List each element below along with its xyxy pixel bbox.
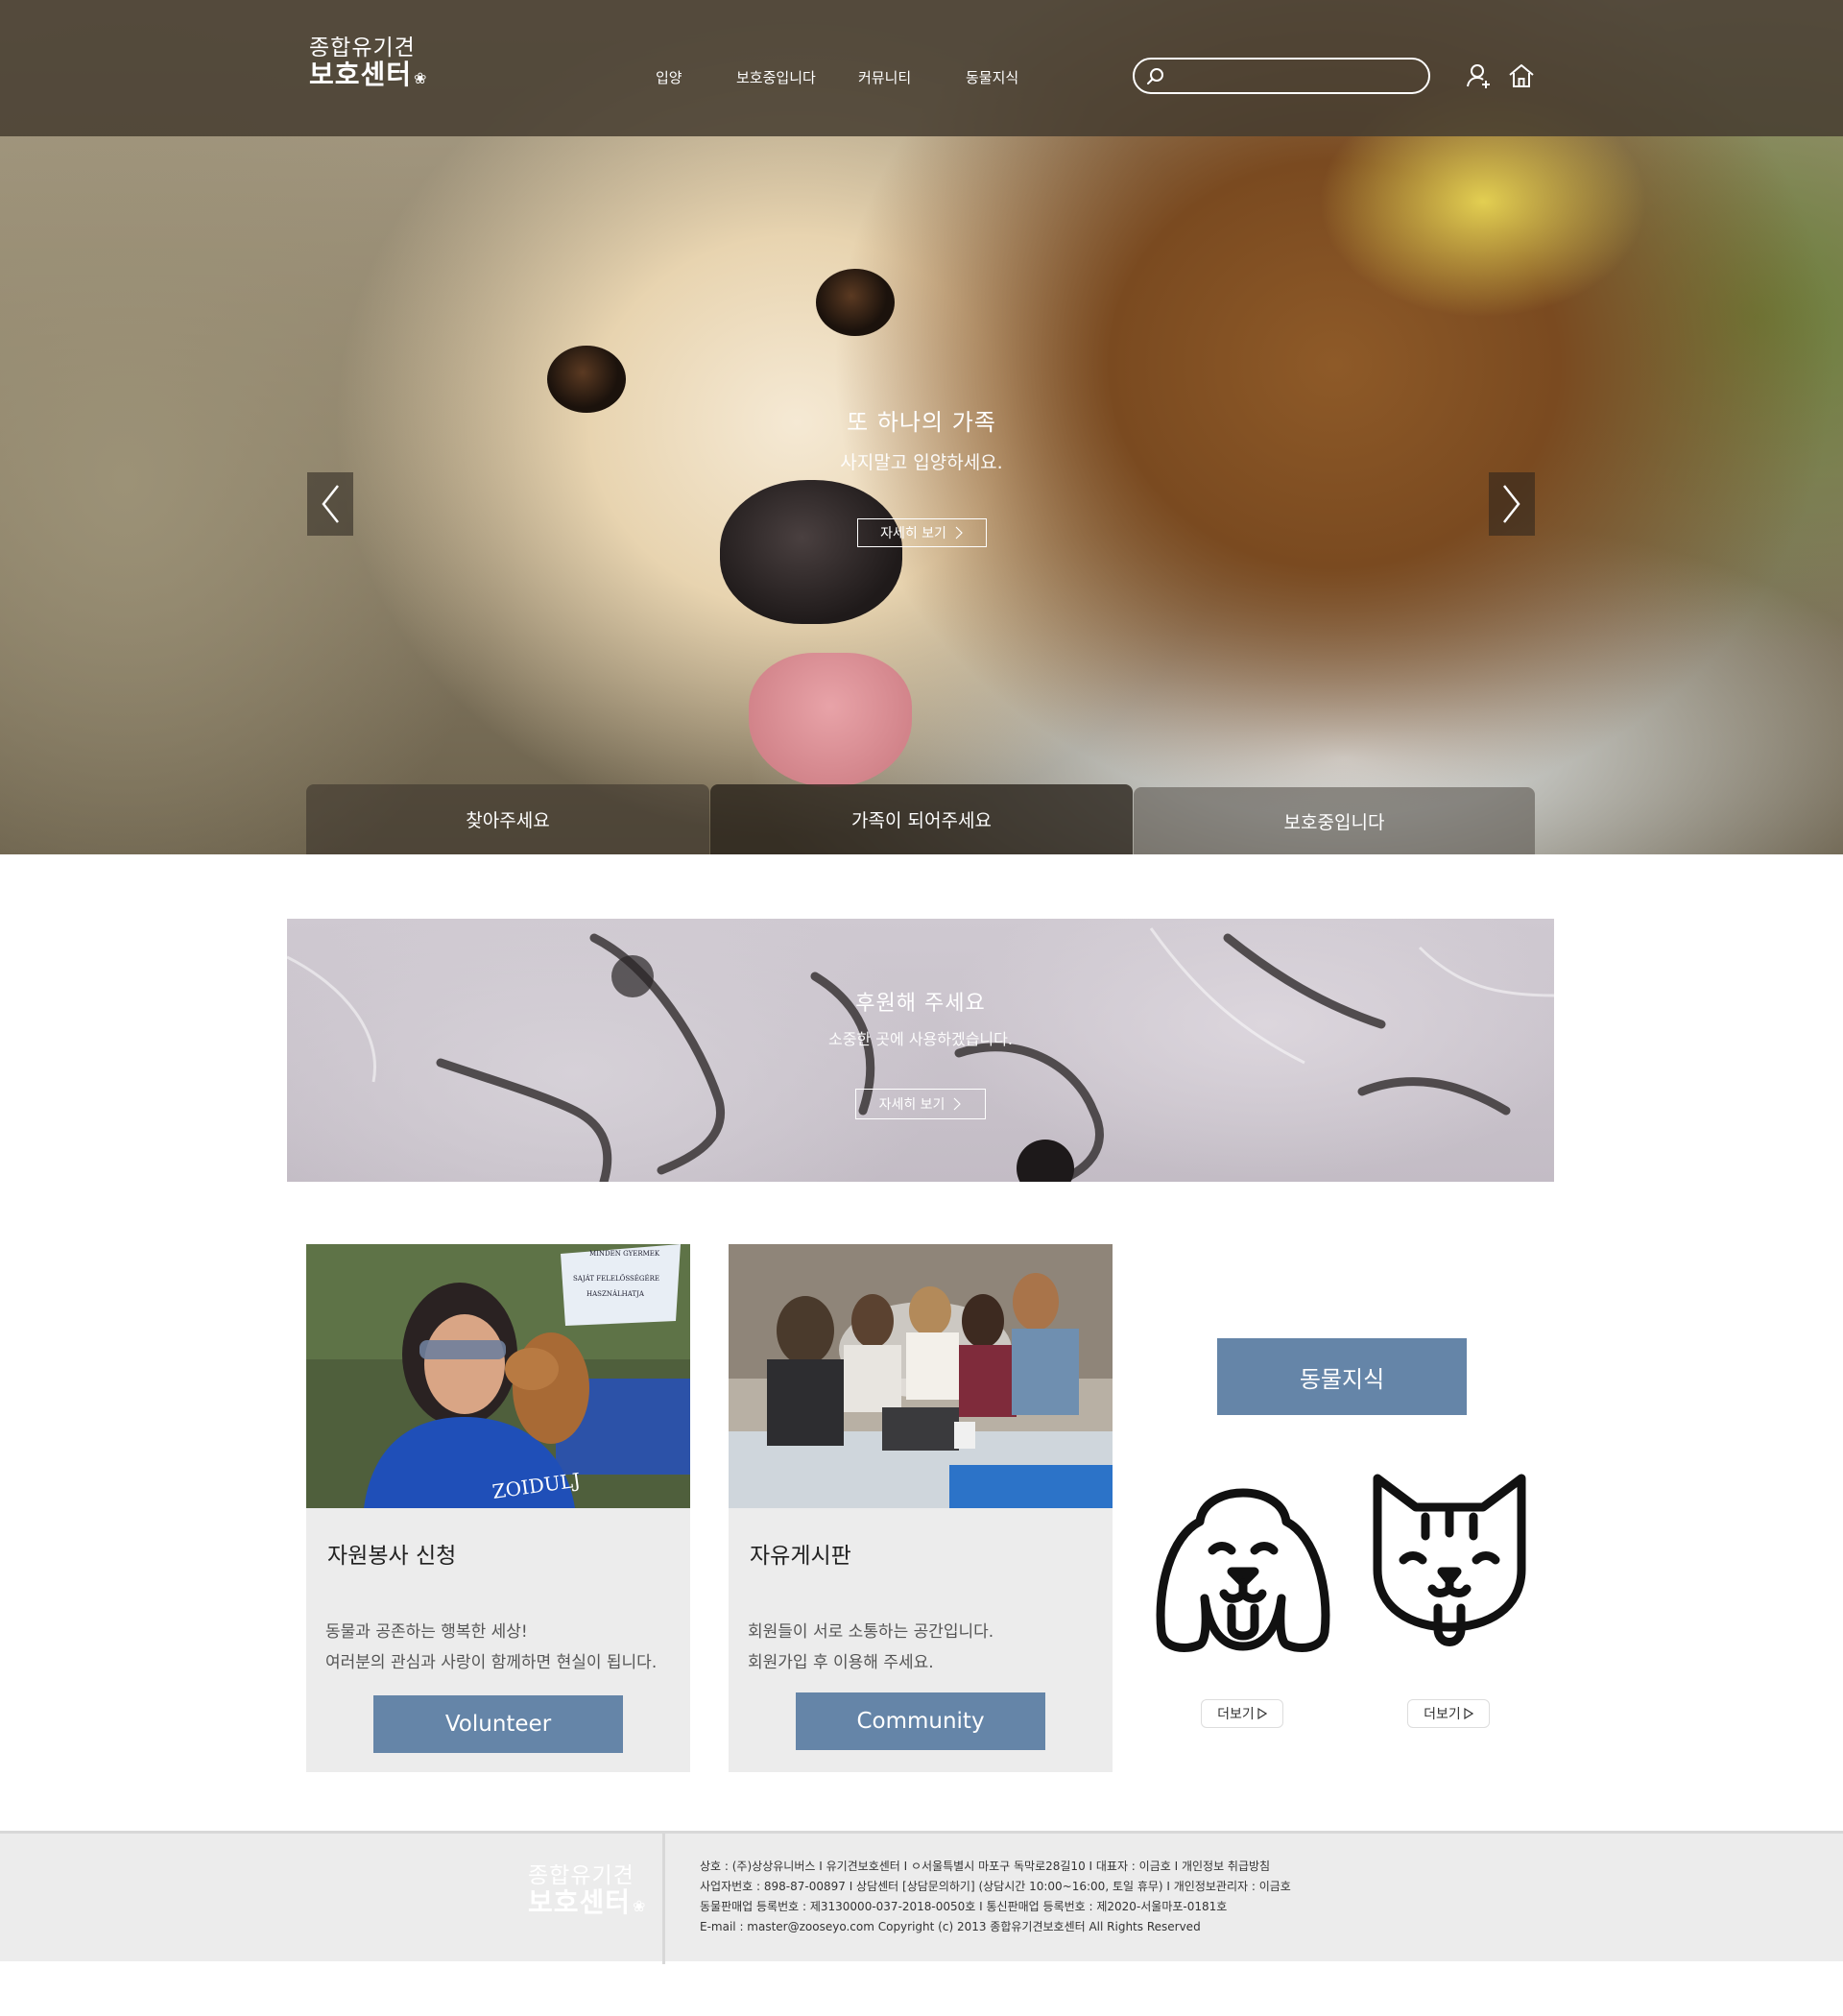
search-input[interactable] bbox=[1173, 65, 1413, 86]
footer-logo[interactable]: 종합유기견 보호센터 ❀ bbox=[528, 1863, 647, 1919]
hero-photo-dog-tongue bbox=[749, 653, 912, 787]
hero-title: 또 하나의 가족 bbox=[847, 409, 996, 436]
hero-photo-dog-eye-right bbox=[816, 269, 895, 336]
hero-caption: 또 하나의 가족 사지말고 입양하세요. bbox=[730, 403, 1113, 474]
logo-top-text: 종합유기견 bbox=[309, 36, 416, 60]
chevron-left-icon bbox=[322, 485, 339, 523]
tab-protecting[interactable]: 보호중입니다 bbox=[1134, 787, 1535, 854]
hero-banner: 종합유기견 보호센터 ❀ 입양 보호중입니다 커뮤니티 동물지식 또 하나의 가… bbox=[0, 0, 1843, 854]
nav-item-protecting[interactable]: 보호중입니다 bbox=[736, 67, 816, 87]
footer: 종합유기견 보호센터 ❀ 상호 : (주)상상유니버스 I 유기견보호센터 I ㅇ… bbox=[0, 1831, 1843, 1964]
hero-more-label: 자세히 보기 bbox=[880, 526, 946, 541]
hero-next-button[interactable] bbox=[1489, 472, 1535, 536]
footer-company-info: 상호 : (주)상상유니버스 I 유기견보호센터 I ㅇ서울특별시 마포구 독막… bbox=[700, 1857, 1291, 1937]
footer-info-line-1: 상호 : (주)상상유니버스 I 유기견보호센터 I ㅇ서울특별시 마포구 독막… bbox=[700, 1860, 1271, 1873]
volunteer-card: MINDEN GYERMEK SAJÁT FELELŐSSÉGÉRE HASZN… bbox=[306, 1244, 690, 1772]
puzzle-background-image bbox=[287, 927, 1554, 1182]
footer-info-line-2: 사업자번호 : 898-87-00897 I 상담센터 [상담문의하기] (상담… bbox=[700, 1880, 1291, 1893]
support-more-label: 자세히 보기 bbox=[878, 1097, 945, 1113]
search-icon[interactable] bbox=[1146, 67, 1165, 86]
hero-photo-dog-eye-left bbox=[547, 346, 626, 413]
community-desc-line-2: 회원가입 후 이용해 주세요. bbox=[748, 1653, 934, 1672]
footer-logo-bottom-text: 보호센터 bbox=[528, 1886, 632, 1919]
cat-more-button[interactable]: 더보기 bbox=[1407, 1699, 1490, 1728]
logo-bottom-text: 보호센터 bbox=[309, 59, 413, 91]
tab-find[interactable]: 찾아주세요 bbox=[306, 784, 709, 854]
hero-subtitle: 사지말고 입양하세요. bbox=[840, 452, 1003, 473]
community-card-title: 자유게시판 bbox=[750, 1544, 851, 1569]
footer-divider bbox=[662, 1834, 665, 1964]
hero-prev-button[interactable] bbox=[307, 472, 353, 536]
sign-text-2: SAJÁT FELELŐSSÉGÉRE bbox=[573, 1274, 659, 1283]
footer-info-line-3: 동물판매업 등록번호 : 제3130000-037-2018-0050호 I 통… bbox=[700, 1900, 1228, 1913]
home-icon[interactable] bbox=[1507, 61, 1536, 90]
volunteer-card-description: 동물과 공존하는 행복한 세상! 여러분의 관심과 사랑이 함께하면 현실이 됩… bbox=[325, 1617, 657, 1678]
support-more-button[interactable]: 자세히 보기 bbox=[855, 1089, 986, 1119]
chevron-right-icon bbox=[953, 1097, 962, 1111]
hero-more-button[interactable]: 자세히 보기 bbox=[857, 518, 987, 547]
community-desc-line-1: 회원들이 서로 소통하는 공간입니다. bbox=[748, 1622, 994, 1642]
play-triangle-icon bbox=[1257, 1708, 1267, 1719]
hero-tabs: 찾아주세요 가족이 되어주세요 보호중입니다 bbox=[306, 784, 1535, 854]
community-card: 자유게시판 회원들이 서로 소통하는 공간입니다. 회원가입 후 이용해 주세요… bbox=[729, 1244, 1113, 1772]
community-photo bbox=[729, 1244, 1113, 1508]
footer-info-line-4: E-mail : master@zooseyo.com Copyright (c… bbox=[700, 1920, 1201, 1933]
volunteer-photo-illustration: MINDEN GYERMEK SAJÁT FELELŐSSÉGÉRE HASZN… bbox=[306, 1244, 690, 1508]
volunteer-card-title: 자원봉사 신청 bbox=[327, 1544, 457, 1569]
nav-item-adoption[interactable]: 입양 bbox=[656, 67, 682, 87]
sign-text-3: HASZNÁLHATJA bbox=[586, 1289, 645, 1298]
chevron-right-icon bbox=[1503, 485, 1520, 523]
dog-more-button[interactable]: 더보기 bbox=[1201, 1699, 1283, 1728]
site-logo[interactable]: 종합유기견 보호센터 ❀ bbox=[309, 36, 427, 90]
chevron-right-icon bbox=[955, 526, 963, 540]
cat-icon[interactable] bbox=[1363, 1464, 1536, 1656]
dog-icon[interactable] bbox=[1147, 1464, 1339, 1656]
play-triangle-icon bbox=[1464, 1708, 1473, 1719]
tab-become-family[interactable]: 가족이 되어주세요 bbox=[710, 784, 1133, 854]
nav-item-community[interactable]: 커뮤니티 bbox=[858, 67, 911, 87]
cat-more-label: 더보기 bbox=[1424, 1707, 1461, 1722]
animal-knowledge-title-button[interactable]: 동물지식 bbox=[1217, 1338, 1467, 1415]
nav-item-animal-knowledge[interactable]: 동물지식 bbox=[966, 67, 1018, 87]
hero-photo-dog-nose bbox=[720, 480, 902, 624]
volunteer-photo: MINDEN GYERMEK SAJÁT FELELŐSSÉGÉRE HASZN… bbox=[306, 1244, 690, 1508]
volunteer-button[interactable]: Volunteer bbox=[373, 1695, 623, 1753]
volunteer-desc-line-2: 여러분의 관심과 사랑이 함께하면 현실이 됩니다. bbox=[325, 1653, 658, 1672]
support-caption: 후원해 주세요 소중한 곳에 사용하겠습니다. bbox=[729, 986, 1113, 1049]
support-subtitle: 소중한 곳에 사용하겠습니다. bbox=[828, 1030, 1013, 1048]
support-title: 후원해 주세요 bbox=[855, 992, 986, 1016]
user-add-icon[interactable] bbox=[1465, 61, 1494, 90]
community-button[interactable]: Community bbox=[796, 1692, 1045, 1750]
search-box bbox=[1133, 58, 1430, 94]
dog-more-label: 더보기 bbox=[1217, 1707, 1255, 1722]
volunteer-desc-line-1: 동물과 공존하는 행복한 세상! bbox=[325, 1622, 528, 1642]
top-navigation-bar: 종합유기견 보호센터 ❀ 입양 보호중입니다 커뮤니티 동물지식 bbox=[0, 0, 1843, 136]
footer-logo-top-text: 종합유기견 bbox=[528, 1863, 634, 1888]
community-photo-illustration bbox=[729, 1244, 1113, 1508]
sign-text-1: MINDEN GYERMEK bbox=[589, 1250, 660, 1258]
paw-icon: ❀ bbox=[633, 1897, 647, 1916]
community-card-description: 회원들이 서로 소통하는 공간입니다. 회원가입 후 이용해 주세요. bbox=[748, 1617, 993, 1678]
paw-icon: ❀ bbox=[414, 69, 428, 88]
support-banner: 후원해 주세요 소중한 곳에 사용하겠습니다. 자세히 보기 bbox=[287, 919, 1554, 1182]
